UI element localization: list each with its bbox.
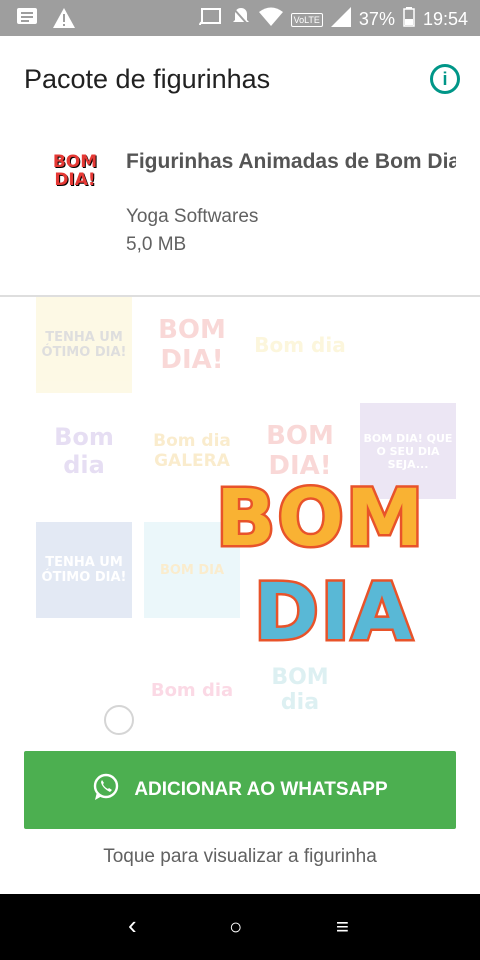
thumbnail-text-line2: DIA! (54, 170, 96, 190)
info-button[interactable]: i (430, 64, 460, 94)
mute-icon (231, 6, 251, 33)
status-bar: VoLTE 37% 19:54 (0, 0, 480, 36)
back-icon[interactable]: ‹ (128, 910, 137, 941)
warning-icon (52, 7, 76, 34)
cast-icon (198, 7, 223, 32)
app-header: Pacote de figurinhas i (0, 36, 480, 120)
pack-thumbnail: BOM DIA! (46, 144, 104, 198)
volte-icon: VoLTE (290, 12, 323, 27)
thumbnail-text-line1: BOM (52, 152, 98, 172)
preview-text-bom: BOM (213, 474, 426, 564)
wifi-icon (258, 7, 283, 32)
system-icons: VoLTE 37% 19:54 (198, 6, 468, 33)
loading-indicator (104, 705, 134, 735)
recents-icon[interactable]: ≡ (336, 914, 349, 940)
signal-icon (330, 7, 351, 32)
message-icon (16, 7, 38, 34)
pack-size: 5,0 MB (126, 234, 187, 255)
hint-text: Toque para visualizar a figurinha (103, 846, 377, 867)
whatsapp-icon (92, 773, 120, 807)
clock: 19:54 (422, 9, 468, 29)
preview-text-dia: DIA (251, 568, 415, 658)
page-title: Pacote de figurinhas (24, 64, 271, 94)
pack-author: Yoga Softwares (126, 206, 259, 227)
sticker-preview[interactable]: BOM DIA (212, 474, 425, 670)
add-to-whatsapp-button[interactable]: ADICIONAR AO WHATSAPP (24, 751, 456, 829)
home-icon[interactable]: ○ (229, 914, 242, 940)
navigation-bar: ‹ ○ ≡ (0, 894, 480, 960)
add-button-label: ADICIONAR AO WHATSAPP (134, 779, 388, 800)
pack-details: BOM DIA! Figurinhas Animadas de Bom Dia … (0, 120, 480, 296)
notification-icons (16, 7, 76, 34)
battery-icon (403, 7, 415, 32)
pack-name: Figurinhas Animadas de Bom Dia (126, 150, 456, 173)
info-icon: i (442, 68, 448, 89)
battery-percent: 37% (358, 9, 395, 29)
